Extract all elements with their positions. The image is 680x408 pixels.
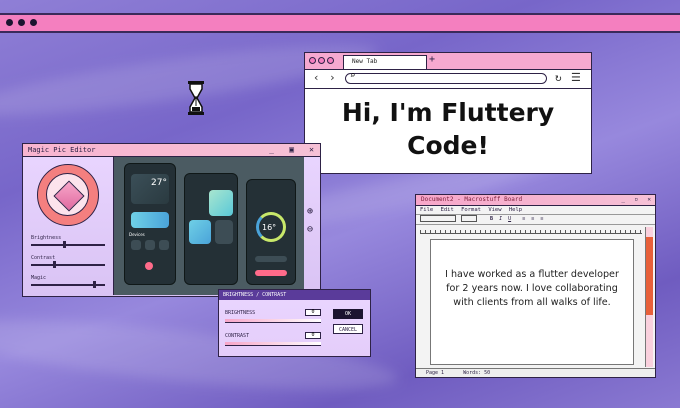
document-toolbar: B I U ≡ ≡ ≡ xyxy=(416,215,655,225)
document-body-text: I have worked as a flutter developer for… xyxy=(445,269,619,308)
browser-heading: Hi, I'm Fluttery Code! xyxy=(305,89,591,162)
image-canvas[interactable]: 27° Devices 16° xyxy=(113,157,304,295)
font-select[interactable] xyxy=(420,215,456,222)
address-bar[interactable]: ⌕ xyxy=(345,71,547,84)
bold-icon[interactable]: B xyxy=(490,216,493,222)
diamond-icon xyxy=(53,180,85,212)
align-left-icon[interactable]: ≡ xyxy=(522,216,525,222)
align-center-icon[interactable]: ≡ xyxy=(531,216,534,222)
window-dot-icon[interactable] xyxy=(30,19,37,26)
editor-title-bar: Magic Pic Editor _ ▣ ✕ xyxy=(23,144,320,157)
contrast-value-field[interactable]: 0 xyxy=(305,332,321,339)
document-title-bar: Document2 - Macrostuff Board _ ▫ ✕ xyxy=(416,195,655,206)
window-dot-icon[interactable] xyxy=(6,19,13,26)
browser-tab[interactable]: New Tab xyxy=(343,55,427,69)
brightness-label: BRIGHTNESS xyxy=(225,310,256,316)
forward-arrow-icon[interactable]: › xyxy=(329,71,336,84)
status-page: Page 1 xyxy=(426,370,445,376)
maximize-icon[interactable]: ▫ xyxy=(634,195,638,204)
menu-view[interactable]: View xyxy=(488,207,501,213)
reload-icon[interactable]: ↻ xyxy=(555,71,562,84)
document-menu-bar: File Edit Format View Help xyxy=(416,206,655,215)
brightness-label: Brightness xyxy=(31,235,62,241)
thermostat-temp: 16° xyxy=(262,223,277,232)
document-title: Document2 - Macrostuff Board xyxy=(421,196,523,203)
window-dot-icon[interactable] xyxy=(18,19,25,26)
devices-label: Devices xyxy=(129,232,145,237)
browser-nav-bar: ‹ › ⌕ ↻ ☰ xyxy=(305,70,591,89)
close-icon[interactable]: ✕ xyxy=(647,195,651,204)
document-window: Document2 - Macrostuff Board _ ▫ ✕ File … xyxy=(415,194,656,378)
contrast-label: Contrast xyxy=(31,255,56,261)
browser-window: New Tab + ‹ › ⌕ ↻ ☰ Hi, I'm Fluttery Cod… xyxy=(304,52,592,174)
phone-mockup: 27° Devices xyxy=(124,163,176,285)
size-select[interactable] xyxy=(461,215,478,222)
phone-mockup: 16° xyxy=(246,179,296,285)
scrollbar-thumb[interactable] xyxy=(646,237,653,315)
brightness-slider[interactable] xyxy=(225,319,321,323)
maximize-icon[interactable]: ▣ xyxy=(289,144,294,155)
heading-line: Code! xyxy=(407,131,489,160)
ok-button[interactable]: OK xyxy=(333,309,363,319)
italic-icon[interactable]: I xyxy=(499,216,502,222)
menu-icon[interactable]: ☰ xyxy=(571,71,581,84)
status-words: Words: 50 xyxy=(463,370,491,376)
close-icon[interactable]: ✕ xyxy=(309,144,314,155)
ruler xyxy=(420,227,642,234)
top-title-bar xyxy=(0,13,680,33)
slider-knob[interactable] xyxy=(53,261,56,268)
minimize-icon[interactable]: _ xyxy=(621,195,625,204)
vertical-scrollbar[interactable] xyxy=(645,227,653,367)
align-right-icon[interactable]: ≡ xyxy=(540,216,543,222)
magic-label: Magic xyxy=(31,275,47,281)
dialog-title: BRIGHTNESS / CONTRAST xyxy=(219,290,370,300)
color-dial[interactable] xyxy=(37,164,99,226)
new-tab-button[interactable]: + xyxy=(429,54,435,65)
back-arrow-icon[interactable]: ‹ xyxy=(313,71,320,84)
contrast-slider[interactable] xyxy=(225,342,321,346)
zoom-out-icon[interactable]: ⊖ xyxy=(307,224,313,235)
menu-format[interactable]: Format xyxy=(461,207,481,213)
browser-tab-strip: New Tab + xyxy=(305,53,591,70)
editor-title: Magic Pic Editor xyxy=(28,146,96,154)
maximize-dot-icon[interactable] xyxy=(327,57,334,64)
minimize-icon[interactable]: _ xyxy=(269,144,274,155)
minimize-dot-icon[interactable] xyxy=(318,57,325,64)
contrast-label: CONTRAST xyxy=(225,333,250,339)
zoom-in-icon[interactable]: ⊕ xyxy=(307,206,313,217)
magic-slider[interactable] xyxy=(31,281,105,288)
hourglass-icon xyxy=(188,81,204,115)
underline-icon[interactable]: U xyxy=(508,216,511,222)
slider-knob[interactable] xyxy=(63,241,66,248)
search-icon: ⌕ xyxy=(350,71,356,81)
brightness-value-field[interactable]: 0 xyxy=(305,309,321,316)
contrast-slider[interactable] xyxy=(31,261,105,268)
menu-edit[interactable]: Edit xyxy=(441,207,454,213)
brightness-contrast-dialog: BRIGHTNESS / CONTRAST BRIGHTNESS 0 CONTR… xyxy=(218,289,371,357)
slider-knob[interactable] xyxy=(93,281,96,288)
cancel-button[interactable]: CANCEL xyxy=(333,324,363,334)
menu-help[interactable]: Help xyxy=(509,207,522,213)
status-bar: Page 1 Words: 50 xyxy=(416,368,655,377)
menu-file[interactable]: File xyxy=(420,207,433,213)
pic-editor-window: Magic Pic Editor _ ▣ ✕ Brightness Contra… xyxy=(22,143,321,297)
brightness-slider[interactable] xyxy=(31,241,105,248)
phone-mockup xyxy=(184,173,238,285)
dial-inner xyxy=(46,173,89,216)
close-dot-icon[interactable] xyxy=(309,57,316,64)
heading-line: Hi, I'm Fluttery xyxy=(341,98,555,127)
document-page[interactable]: I have worked as a flutter developer for… xyxy=(430,239,634,365)
weather-temp: 27° xyxy=(151,178,167,188)
